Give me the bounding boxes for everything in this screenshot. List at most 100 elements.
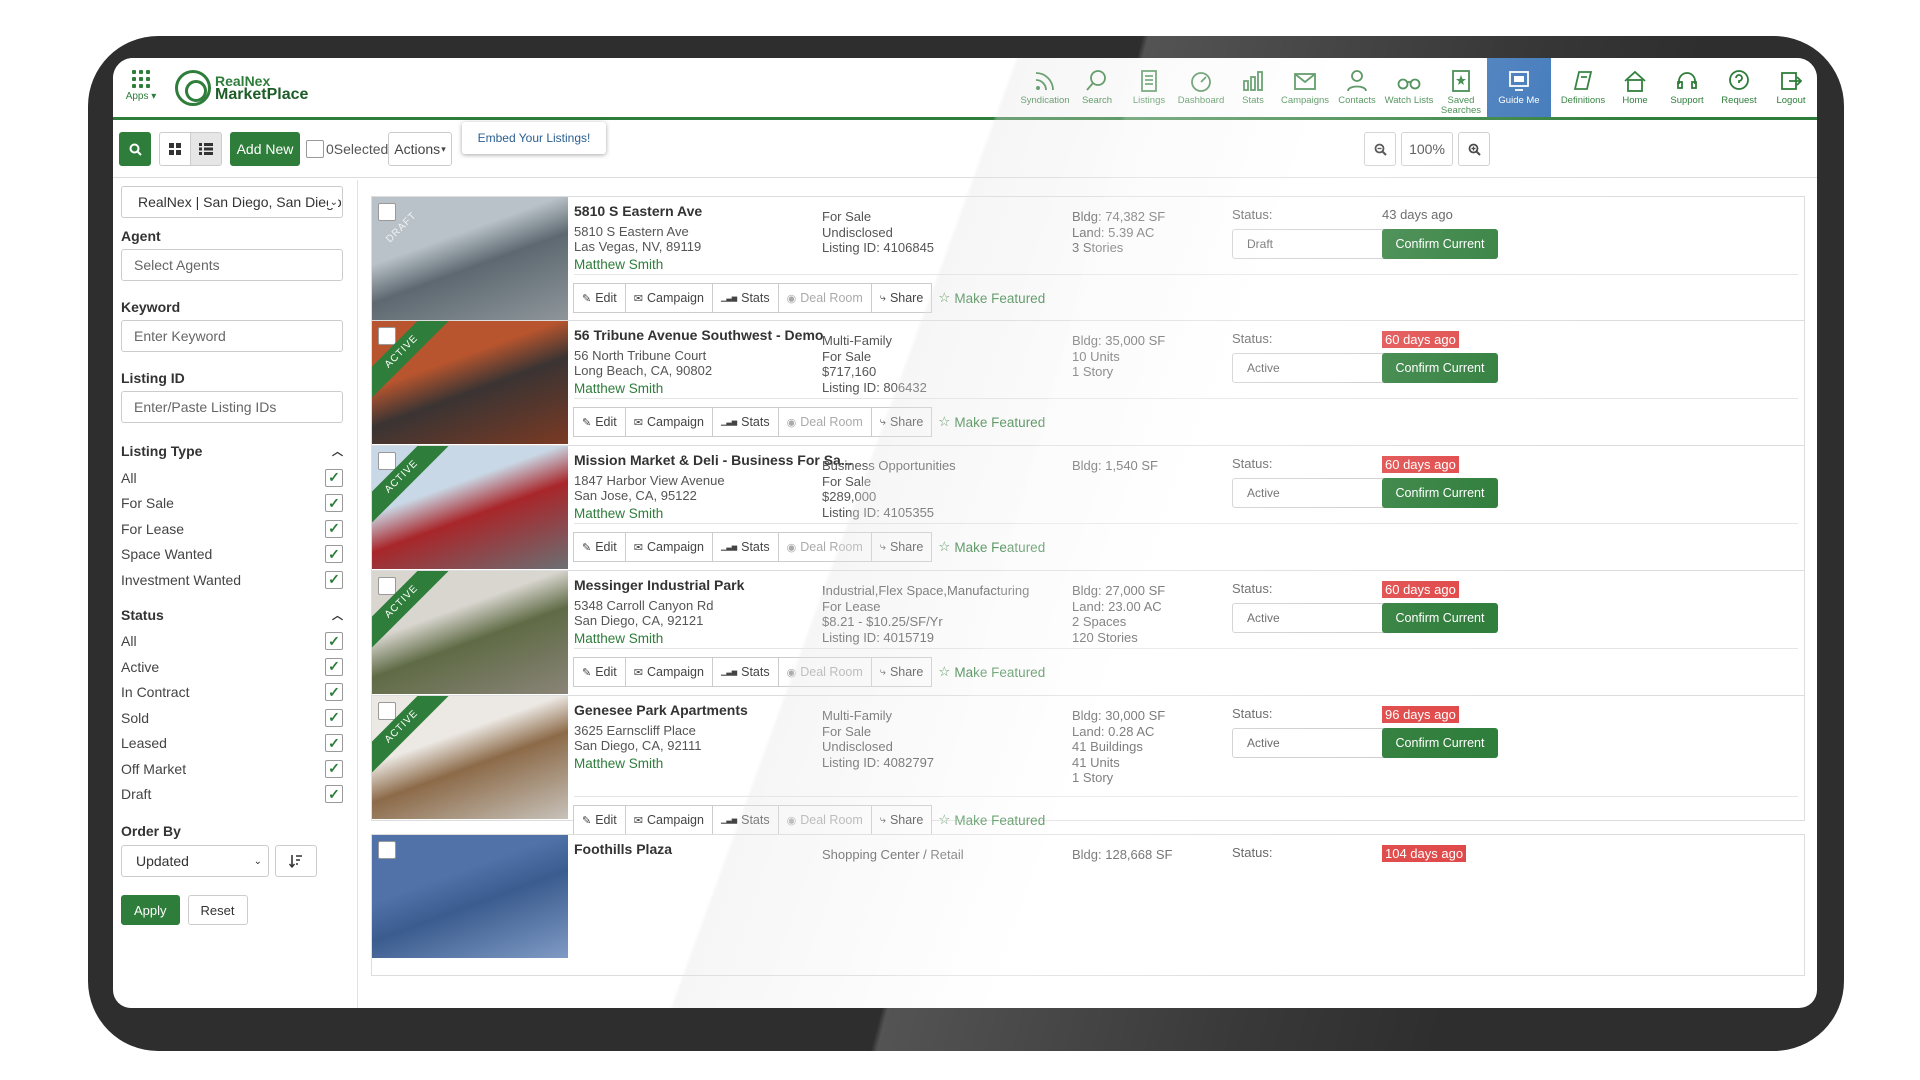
grid-view-button[interactable] <box>159 132 191 166</box>
filter-option[interactable]: All ✓ <box>121 629 343 655</box>
edit-button[interactable]: ✎ Edit <box>573 283 626 313</box>
deal-room-button[interactable]: ◉ Deal Room <box>777 805 872 835</box>
actions-dropdown[interactable]: Actions ▾ <box>388 132 452 166</box>
listing-checkbox[interactable] <box>378 577 396 595</box>
nav-item-logout[interactable]: Logout <box>1765 58 1817 117</box>
edit-button[interactable]: ✎ Edit <box>573 657 626 687</box>
listing-agent[interactable]: Matthew Smith <box>574 754 663 773</box>
confirm-current-button[interactable]: Confirm Current <box>1382 353 1498 383</box>
agent-select[interactable]: Select Agents <box>121 249 343 281</box>
campaign-button[interactable]: ✉ Campaign <box>624 657 713 687</box>
nav-item-support[interactable]: Support <box>1661 58 1713 117</box>
filter-option[interactable]: For Lease ✓ <box>121 516 343 542</box>
listing-agent[interactable]: Matthew Smith <box>574 504 663 523</box>
confirm-current-button[interactable]: Confirm Current <box>1382 478 1498 508</box>
nav-item-campaigns[interactable]: Campaigns <box>1279 58 1331 117</box>
deal-room-button[interactable]: ◉ Deal Room <box>777 283 872 313</box>
add-new-button[interactable]: Add New <box>230 132 300 166</box>
nav-item-home[interactable]: Home <box>1609 58 1661 117</box>
checkbox-checked-icon[interactable]: ✓ <box>325 632 343 651</box>
campaign-button[interactable]: ✉ Campaign <box>624 532 713 562</box>
stats-button[interactable]: ▁▃▅ Stats <box>711 657 779 687</box>
filter-option[interactable]: Leased ✓ <box>121 731 343 757</box>
listing-checkbox[interactable] <box>378 702 396 720</box>
checkbox-checked-icon[interactable]: ✓ <box>325 683 343 702</box>
sort-direction-button[interactable] <box>275 845 317 877</box>
checkbox-checked-icon[interactable]: ✓ <box>325 734 343 753</box>
checkbox-checked-icon[interactable]: ✓ <box>325 468 343 487</box>
listing-title[interactable]: Mission Market & Deli - Business For Sa.… <box>574 452 853 468</box>
filter-option[interactable]: Off Market ✓ <box>121 756 343 782</box>
reset-button[interactable]: Reset <box>187 895 248 925</box>
listing-photo[interactable]: ACTIVE <box>372 321 568 444</box>
embed-listings-button[interactable]: Embed Your Listings! <box>462 122 606 154</box>
nav-item-watch-lists[interactable]: Watch Lists <box>1383 58 1435 117</box>
confirm-current-button[interactable]: Confirm Current <box>1382 728 1498 758</box>
checkbox-checked-icon[interactable]: ✓ <box>325 570 343 589</box>
checkbox-checked-icon[interactable]: ✓ <box>325 708 343 727</box>
listing-checkbox[interactable] <box>378 841 396 859</box>
listing-photo[interactable]: ACTIVE <box>372 696 568 819</box>
listing-title[interactable]: 5810 S Eastern Ave <box>574 203 702 219</box>
deal-room-button[interactable]: ◉ Deal Room <box>777 657 872 687</box>
keyword-input[interactable]: Enter Keyword <box>121 320 343 352</box>
edit-button[interactable]: ✎ Edit <box>573 407 626 437</box>
nav-item-dashboard[interactable]: Dashboard <box>1175 58 1227 117</box>
edit-button[interactable]: ✎ Edit <box>573 805 626 835</box>
zoom-out-button[interactable] <box>1364 132 1396 166</box>
listing-checkbox[interactable] <box>378 452 396 470</box>
stats-button[interactable]: ▁▃▅ Stats <box>711 805 779 835</box>
filter-option[interactable]: In Contract ✓ <box>121 680 343 706</box>
stats-button[interactable]: ▁▃▅ Stats <box>711 283 779 313</box>
listing-checkbox[interactable] <box>378 203 396 221</box>
filter-option[interactable]: Draft ✓ <box>121 782 343 808</box>
listing-photo[interactable]: DRAFT <box>372 197 568 320</box>
deal-room-button[interactable]: ◉ Deal Room <box>777 532 872 562</box>
edit-button[interactable]: ✎ Edit <box>573 532 626 562</box>
share-button[interactable]: ⤷ Share <box>870 407 933 437</box>
status-select[interactable]: Active⌄ <box>1232 478 1400 508</box>
nav-item-contacts[interactable]: Contacts <box>1331 58 1383 117</box>
nav-item-syndication[interactable]: Syndication <box>1019 58 1071 117</box>
apps-menu[interactable]: Apps ▾ <box>123 70 159 102</box>
search-toggle-button[interactable] <box>119 132 151 166</box>
listing-photo[interactable]: ACTIVE <box>372 571 568 694</box>
checkbox-checked-icon[interactable]: ✓ <box>325 494 343 513</box>
status-select[interactable]: Active⌄ <box>1232 728 1400 758</box>
filter-option[interactable]: Active ✓ <box>121 654 343 680</box>
nav-item-definitions[interactable]: Definitions <box>1557 58 1609 117</box>
status-select[interactable]: Active⌄ <box>1232 353 1400 383</box>
select-all-checkbox[interactable] <box>306 140 324 158</box>
campaign-button[interactable]: ✉ Campaign <box>624 283 713 313</box>
checkbox-checked-icon[interactable]: ✓ <box>325 519 343 538</box>
filter-option[interactable]: All ✓ <box>121 465 343 491</box>
account-select[interactable]: RealNex | San Diego, San Diego ⌄ <box>121 186 343 218</box>
share-button[interactable]: ⤷ Share <box>870 283 933 313</box>
filter-option[interactable]: For Sale ✓ <box>121 491 343 517</box>
listing-photo[interactable]: ACTIVE <box>372 446 568 569</box>
share-button[interactable]: ⤷ Share <box>870 657 933 687</box>
listing-title[interactable]: 56 Tribune Avenue Southwest - Demo <box>574 327 823 343</box>
make-featured-button[interactable]: ☆ Make Featured <box>932 283 1045 313</box>
confirm-current-button[interactable]: Confirm Current <box>1382 229 1498 259</box>
status-select[interactable]: Draft⌄ <box>1232 229 1400 259</box>
nav-item-stats[interactable]: Stats <box>1227 58 1279 117</box>
share-button[interactable]: ⤷ Share <box>870 532 933 562</box>
nav-item-guide-me[interactable]: Guide Me <box>1487 58 1551 117</box>
filter-option[interactable]: Sold ✓ <box>121 705 343 731</box>
stats-button[interactable]: ▁▃▅ Stats <box>711 407 779 437</box>
listing-photo[interactable] <box>372 835 568 958</box>
campaign-button[interactable]: ✉ Campaign <box>624 407 713 437</box>
confirm-current-button[interactable]: Confirm Current <box>1382 603 1498 633</box>
make-featured-button[interactable]: ☆ Make Featured <box>932 532 1045 562</box>
filter-option[interactable]: Space Wanted ✓ <box>121 542 343 568</box>
listing-type-header[interactable]: Listing Type ︿ <box>121 443 343 459</box>
filter-option[interactable]: Investment Wanted ✓ <box>121 567 343 593</box>
nav-item-search[interactable]: Search <box>1071 58 1123 117</box>
checkbox-checked-icon[interactable]: ✓ <box>325 545 343 564</box>
listing-title[interactable]: Messinger Industrial Park <box>574 577 744 593</box>
stats-button[interactable]: ▁▃▅ Stats <box>711 532 779 562</box>
listing-agent[interactable]: Matthew Smith <box>574 255 663 274</box>
listing-title[interactable]: Genesee Park Apartments <box>574 702 748 718</box>
deal-room-button[interactable]: ◉ Deal Room <box>777 407 872 437</box>
